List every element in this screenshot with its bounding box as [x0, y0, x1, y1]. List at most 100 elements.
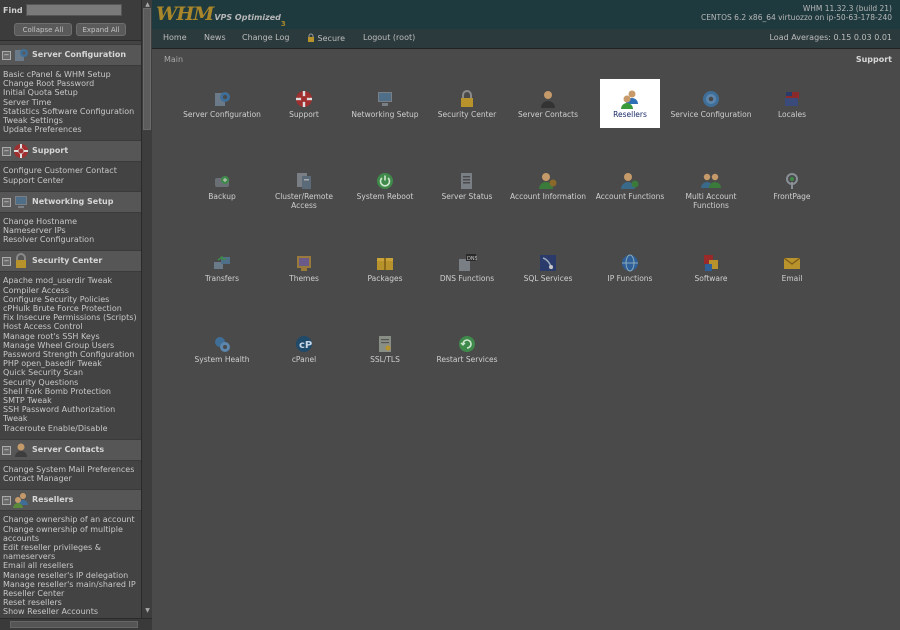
tile-server-contacts[interactable]: Server Contacts	[507, 89, 589, 119]
nav-logout[interactable]: Logout (root)	[363, 33, 415, 42]
sidebar-link[interactable]: Tweak Settings	[0, 116, 141, 125]
tile-transfers[interactable]: Transfers	[181, 253, 263, 283]
collapse-toggle-icon[interactable]: −	[2, 257, 11, 267]
collapse-toggle-icon[interactable]: −	[2, 51, 11, 60]
tile-account-information[interactable]: Account Information	[507, 171, 589, 201]
tile-account-functions[interactable]: Account Functions	[589, 171, 671, 201]
group-header-server-configuration[interactable]: − Server Configuration	[0, 44, 141, 66]
sidebar-link[interactable]: Change Hostname	[0, 217, 141, 226]
nav-secure[interactable]: Secure	[307, 33, 345, 43]
tile-networking-setup[interactable]: Networking Setup	[344, 89, 426, 119]
scrollbar-thumb[interactable]	[143, 8, 151, 130]
collapse-toggle-icon[interactable]: −	[2, 197, 11, 207]
sidebar-link[interactable]: Configure Security Policies	[0, 295, 141, 304]
sidebar-link[interactable]: Show Reseller Accounts	[0, 607, 141, 616]
sidebar-link[interactable]: Security Questions	[0, 378, 141, 387]
tile-system-health[interactable]: System Health	[181, 334, 263, 364]
sidebar-link[interactable]: Compiler Access	[0, 286, 141, 295]
sidebar-horizontal-scrollbar[interactable]	[0, 618, 152, 630]
collapse-toggle-icon[interactable]: −	[2, 147, 11, 157]
expand-all-button[interactable]: Expand All	[76, 23, 126, 36]
nav-news[interactable]: News	[204, 33, 226, 42]
tile-email[interactable]: Email	[751, 253, 833, 283]
nav-change-log[interactable]: Change Log	[242, 33, 289, 42]
tile-label: cPanel	[291, 355, 317, 364]
sidebar-link[interactable]: Nameserver IPs	[0, 226, 141, 235]
sidebar-link[interactable]: PHP open_basedir Tweak	[0, 359, 141, 368]
sidebar-link[interactable]: Quick Security Scan	[0, 368, 141, 377]
sidebar-link[interactable]: Traceroute Enable/Disable	[0, 424, 141, 433]
tile-locales[interactable]: Locales	[751, 89, 833, 119]
group-header-security-center[interactable]: − Security Center	[0, 250, 141, 273]
sidebar-link[interactable]: Manage root's SSH Keys	[0, 332, 141, 341]
sidebar-link[interactable]: Reseller Center	[0, 589, 141, 598]
support-link[interactable]: Support	[856, 55, 892, 64]
tile-system-reboot[interactable]: System Reboot	[344, 171, 426, 201]
sidebar-link[interactable]: Manage Wheel Group Users	[0, 341, 141, 350]
sidebar-link[interactable]: Support Center	[0, 176, 141, 185]
tile-dns-functions[interactable]: DNS DNS Functions	[426, 253, 508, 283]
sidebar-link[interactable]: Resolver Configuration	[0, 235, 141, 244]
tile-restart-services[interactable]: Restart Services	[426, 334, 508, 364]
collapse-toggle-icon[interactable]: −	[2, 445, 11, 455]
collapse-all-button[interactable]: Collapse All	[14, 23, 72, 36]
sidebar-link[interactable]: Manage reseller's IP delegation	[0, 571, 141, 580]
whm-logo[interactable]: WHMVPS Optimized3	[156, 3, 286, 28]
group-header-networking-setup[interactable]: − Networking Setup	[0, 190, 141, 213]
tile-themes[interactable]: Themes	[263, 253, 345, 283]
sidebar-link[interactable]: Email all resellers	[0, 561, 141, 570]
group-header-support[interactable]: − Support	[0, 140, 141, 163]
find-input[interactable]	[26, 4, 122, 16]
tile-resellers[interactable]: Resellers	[589, 89, 671, 119]
resellers-icon	[621, 90, 638, 109]
tile-label: SQL Services	[523, 274, 573, 283]
lock-icon	[308, 33, 314, 42]
sidebar-link[interactable]: Apache mod_userdir Tweak	[0, 276, 141, 285]
sidebar-link[interactable]: Host Access Control	[0, 322, 141, 331]
tile-cluster-remote-access[interactable]: Cluster/Remote Access	[263, 171, 345, 210]
tile-service-configuration[interactable]: Service Configuration	[670, 89, 752, 119]
tile-packages[interactable]: Packages	[344, 253, 426, 283]
scrollbar-thumb[interactable]	[10, 621, 138, 628]
tile-backup[interactable]: Backup	[181, 171, 263, 201]
tile-server-configuration[interactable]: Server Configuration	[181, 89, 263, 119]
sidebar-link[interactable]: Configure Customer Contact	[0, 166, 141, 175]
group-header-server-contacts[interactable]: − Server Contacts	[0, 438, 141, 461]
sidebar-link[interactable]: Initial Quota Setup	[0, 88, 141, 97]
sidebar-link[interactable]: SMTP Tweak	[0, 396, 141, 405]
tile-support[interactable]: Support	[263, 89, 345, 119]
sidebar-link[interactable]: Change ownership of multiple accounts	[0, 525, 141, 543]
sidebar-link[interactable]: cPHulk Brute Force Protection	[0, 304, 141, 313]
sidebar-link[interactable]: SSH Password Authorization Tweak	[0, 405, 141, 423]
sidebar-link[interactable]: Manage reseller's main/shared IP	[0, 580, 141, 589]
tile-multi-account-functions[interactable]: Multi Account Functions	[670, 171, 752, 210]
sidebar-link[interactable]: Statistics Software Configuration	[0, 107, 141, 116]
nav-secure-label: Secure	[317, 34, 346, 43]
tile-software[interactable]: Software	[670, 253, 752, 283]
collapse-toggle-icon[interactable]: −	[2, 496, 11, 506]
cpanel-icon: cP	[296, 336, 312, 352]
sidebar-link[interactable]: Update Preferences	[0, 125, 141, 134]
group-header-resellers[interactable]: − Resellers	[0, 489, 141, 512]
sidebar-link[interactable]: Change ownership of an account	[0, 515, 141, 524]
sidebar-link[interactable]: Change System Mail Preferences	[0, 465, 141, 474]
tile-frontpage[interactable]: FrontPage	[751, 171, 833, 201]
sidebar-link[interactable]: Password Strength Configuration	[0, 350, 141, 359]
tile-ip-functions[interactable]: IP Functions	[589, 253, 671, 283]
tile-cpanel[interactable]: cP cPanel	[263, 334, 345, 364]
sidebar-link[interactable]: Contact Manager	[0, 474, 141, 483]
find-box: Find Collapse All Expand All	[0, 0, 141, 41]
tile-server-status[interactable]: Server Status	[426, 171, 508, 201]
load-averages: Load Averages: 0.15 0.03 0.01	[769, 33, 892, 42]
sidebar-link[interactable]: Fix Insecure Permissions (Scripts)	[0, 313, 141, 322]
nav-home[interactable]: Home	[163, 33, 187, 42]
tile-sql-services[interactable]: SQL Services	[507, 253, 589, 283]
sidebar-link[interactable]: Basic cPanel & WHM Setup	[0, 70, 141, 79]
sidebar-link[interactable]: Server Time	[0, 98, 141, 107]
sidebar-link[interactable]: Shell Fork Bomb Protection	[0, 387, 141, 396]
tile-ssl-tls[interactable]: SSL/TLS	[344, 334, 426, 364]
sidebar-link[interactable]: Edit reseller privileges & nameservers	[0, 543, 141, 561]
sidebar-link[interactable]: Change Root Password	[0, 79, 141, 88]
sidebar-link[interactable]: Reset resellers	[0, 598, 141, 607]
tile-security-center[interactable]: Security Center	[426, 89, 508, 119]
